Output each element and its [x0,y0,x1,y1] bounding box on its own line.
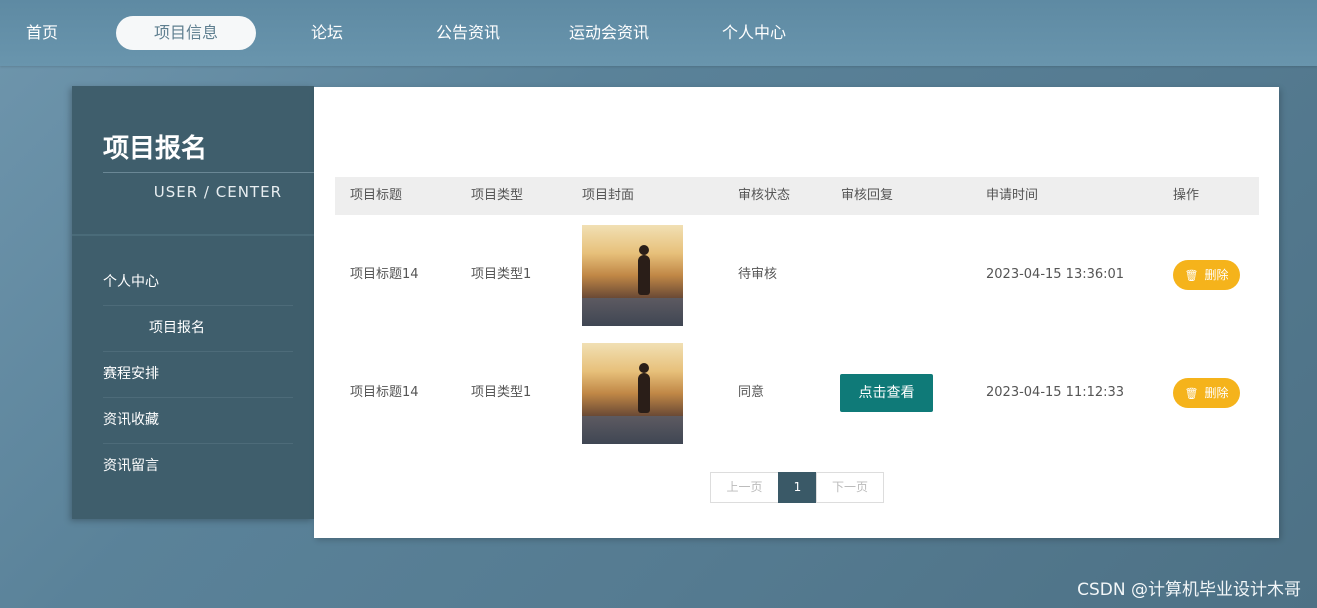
sidebar-item-schedule[interactable]: 赛程安排 [103,351,293,398]
cover-image [582,343,683,444]
cell-title: 项目标题14 [350,267,419,282]
header-time: 申请时间 [986,188,1039,203]
sidebar-title: 项目报名 [103,134,208,164]
cell-time: 2023-04-15 13:36:01 [986,267,1125,282]
cell-status: 待审核 [738,267,778,282]
nav-sports-news[interactable]: 运动会资讯 [562,16,656,50]
cell-title: 项目标题14 [350,385,419,400]
nav-personal-center[interactable]: 个人中心 [714,16,794,50]
header-status: 审核状态 [738,188,791,203]
table-header: 项目标题 项目类型 项目封面 审核状态 审核回复 申请时间 操作 [335,177,1259,215]
table-row: 项目标题14 项目类型1 同意 点击查看 2023-04-15 11:12:33… [335,338,1259,456]
delete-label: 删除 [1204,268,1229,282]
next-page-button[interactable]: 下一页 [816,472,884,503]
prev-page-button[interactable]: 上一页 [710,472,779,503]
sidebar-item-personal-center[interactable]: 个人中心 [103,259,293,306]
main-content: 项目标题 项目类型 项目封面 审核状态 审核回复 申请时间 操作 项目标题14 … [314,87,1279,538]
header-cover: 项目封面 [582,188,635,203]
nav-project-info[interactable]: 项目信息 [116,16,256,50]
delete-button[interactable]: 🗑 删除 [1173,260,1240,290]
cell-status: 同意 [738,385,765,400]
header-reply: 审核回复 [841,188,894,203]
delete-label: 删除 [1204,386,1229,400]
sidebar-subtitle: USER / CENTER [153,183,282,201]
view-reply-button[interactable]: 点击查看 [840,374,933,412]
sidebar-item-project-signup[interactable]: 项目报名 [103,305,293,352]
top-nav-bar: 首页 项目信息 论坛 公告资讯 运动会资讯 个人中心 [0,0,1317,66]
header-title: 项目标题 [350,188,403,203]
page-1-button[interactable]: 1 [778,472,817,503]
header-actions: 操作 [1173,188,1200,203]
delete-button[interactable]: 🗑 删除 [1173,378,1240,408]
header-type: 项目类型 [471,188,524,203]
cell-type: 项目类型1 [471,385,532,400]
nav-announcements[interactable]: 公告资讯 [428,16,508,50]
cover-image [582,225,683,326]
trash-icon: 🗑 [1184,269,1199,282]
sidebar: 项目报名 USER / CENTER 个人中心 项目报名 赛程安排 资讯收藏 资… [72,86,314,519]
sidebar-title-divider [103,172,314,173]
trash-icon: 🗑 [1184,387,1199,400]
nav-home[interactable]: 首页 [10,16,74,50]
cell-type: 项目类型1 [471,267,532,282]
cell-time: 2023-04-15 11:12:33 [986,385,1125,400]
sidebar-item-favorites[interactable]: 资讯收藏 [103,397,293,444]
sidebar-divider [72,234,314,236]
nav-forum[interactable]: 论坛 [296,16,358,50]
sidebar-item-messages[interactable]: 资讯留言 [103,443,293,489]
table-row: 项目标题14 项目类型1 待审核 2023-04-15 13:36:01 🗑 删除 [335,220,1259,338]
watermark: CSDN @计算机毕业设计木哥 [1077,580,1301,600]
